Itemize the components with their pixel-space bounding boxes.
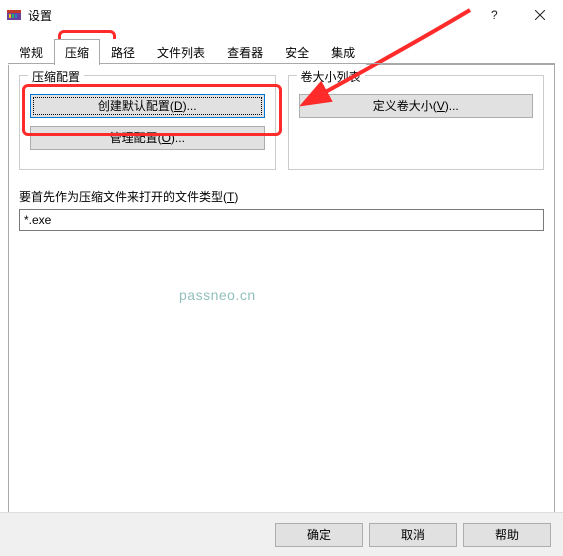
window-title: 设置 bbox=[28, 7, 471, 24]
tab-content: 压缩配置 创建默认配置(D)... 管理配置(O)... 卷大小列表 定义卷大小… bbox=[8, 64, 555, 519]
create-default-profile-button[interactable]: 创建默认配置(D)... bbox=[30, 94, 265, 118]
tab-viewer[interactable]: 查看器 bbox=[216, 39, 274, 65]
titlebar: 设置 ? bbox=[0, 0, 563, 30]
group-volume-list: 卷大小列表 定义卷大小(V)... bbox=[288, 75, 545, 170]
tab-general[interactable]: 常规 bbox=[8, 39, 54, 65]
filetype-input[interactable] bbox=[19, 209, 544, 231]
tab-integration[interactable]: 集成 bbox=[320, 39, 366, 65]
close-button[interactable] bbox=[517, 0, 563, 30]
manage-profile-button[interactable]: 管理配置(O)... bbox=[30, 126, 265, 150]
group-title-volume: 卷大小列表 bbox=[297, 68, 365, 85]
define-volume-size-button[interactable]: 定义卷大小(V)... bbox=[299, 94, 534, 118]
filetype-label: 要首先作为压缩文件来打开的文件类型(T) bbox=[19, 188, 544, 205]
watermark: passneo.cn bbox=[179, 287, 256, 303]
tab-strip: 常规 压缩 路径 文件列表 查看器 安全 集成 bbox=[0, 30, 563, 64]
app-icon bbox=[6, 7, 22, 23]
dialog-footer: 确定 取消 帮助 bbox=[0, 512, 563, 556]
group-title-compression: 压缩配置 bbox=[28, 68, 84, 85]
tab-compression[interactable]: 压缩 bbox=[54, 39, 100, 65]
help-footer-button[interactable]: 帮助 bbox=[463, 523, 551, 547]
tab-path[interactable]: 路径 bbox=[100, 39, 146, 65]
cancel-button[interactable]: 取消 bbox=[369, 523, 457, 547]
help-button[interactable]: ? bbox=[471, 0, 517, 30]
tab-security[interactable]: 安全 bbox=[274, 39, 320, 65]
group-compression-profile: 压缩配置 创建默认配置(D)... 管理配置(O)... bbox=[19, 75, 276, 170]
svg-text:?: ? bbox=[491, 10, 498, 20]
ok-button[interactable]: 确定 bbox=[275, 523, 363, 547]
tab-filelist[interactable]: 文件列表 bbox=[146, 39, 216, 65]
